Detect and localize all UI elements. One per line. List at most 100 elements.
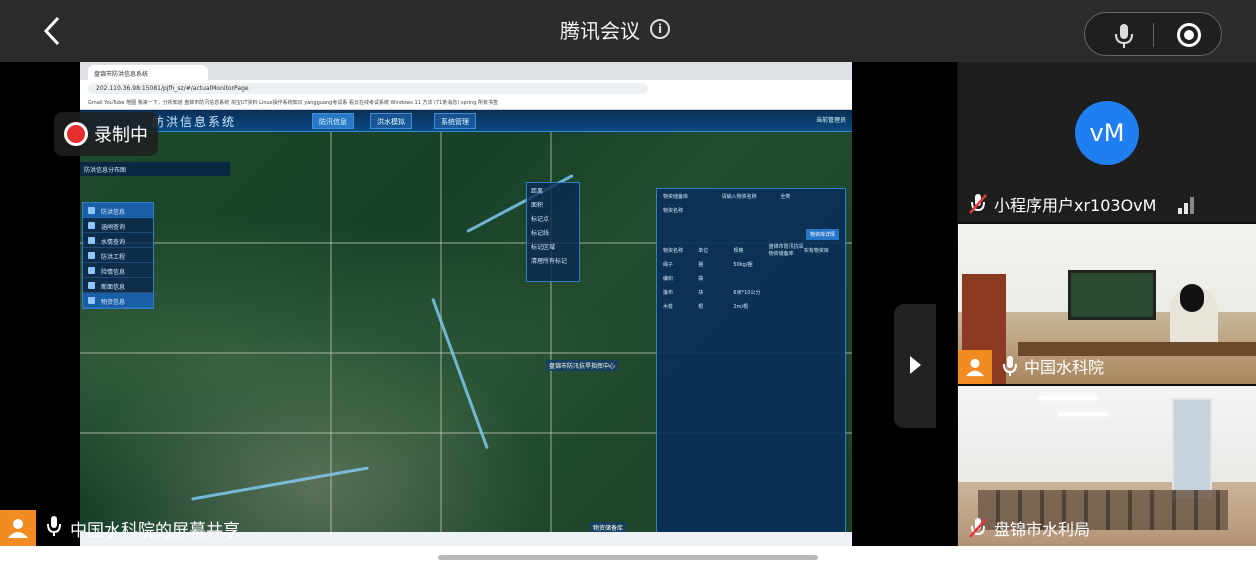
recording-badge: 录制中 xyxy=(54,112,158,156)
tool-area[interactable]: 面积 xyxy=(527,197,579,211)
share-text: 中国水科院的屏幕共享 xyxy=(70,520,240,541)
sidebar-item-danger[interactable]: 险情信息 xyxy=(83,263,153,278)
tool-point[interactable]: 标记点 xyxy=(527,211,579,225)
col-unit: 单位 xyxy=(698,247,709,254)
next-page-button[interactable] xyxy=(894,304,936,428)
person-head xyxy=(1180,284,1204,312)
map-road xyxy=(440,132,442,546)
user-menu[interactable]: 当前管理员 xyxy=(816,115,846,124)
river xyxy=(191,466,369,501)
sidebar-item-sluice[interactable]: 涵闸查询 xyxy=(83,218,153,233)
signal-icon xyxy=(1178,196,1196,214)
sidebar-item-project[interactable]: 防洪工程 xyxy=(83,248,153,263)
bottom-bar xyxy=(0,546,1256,570)
panel-label: 物资名称 xyxy=(663,207,684,214)
participant-label: 小程序用户xr103OvM xyxy=(968,192,1156,216)
table-row[interactable]: 木桩 根 2m/根 xyxy=(657,299,845,313)
cell: 捆 xyxy=(698,261,704,268)
avatar xyxy=(958,350,992,384)
participant-name: 中国水科院 xyxy=(1024,358,1105,377)
nav-flood-info[interactable]: 防汛信息 xyxy=(312,113,354,129)
share-label: 中国水科院的屏幕共享 xyxy=(0,510,500,546)
satellite-map[interactable]: 防洪信息分布图 防洪信息 涵闸查询 水情查询 防洪工程 险情信息 断面信息 物资… xyxy=(80,132,852,546)
mic-muted-icon xyxy=(969,194,987,214)
participant-name: 盘锦市水利局 xyxy=(994,520,1091,539)
address-bar: 202.110.36.98:15081/pjfh_sz/#/actualMoni… xyxy=(80,80,852,96)
participant-tile[interactable]: 盘锦市水利局 xyxy=(958,386,1256,546)
window xyxy=(1172,398,1212,498)
tv-screen xyxy=(1068,270,1156,320)
sidebar: 防洪信息 涵闸查询 水情查询 防洪工程 险情信息 断面信息 物资信息 xyxy=(82,202,154,309)
sidebar-item-materials[interactable]: 物资信息 xyxy=(83,293,153,308)
col-spec: 规格 xyxy=(733,247,744,254)
table-row[interactable]: 编织 袋 xyxy=(657,271,845,285)
tab-bar: 盘锦市防洪信息系统 xyxy=(80,62,852,80)
sidebar-item-water[interactable]: 水情查询 xyxy=(83,233,153,248)
cell: 篷布 xyxy=(663,289,674,296)
participant-tile[interactable]: vM 小程序用户xr103OvM xyxy=(958,62,1256,222)
participant-name: 小程序用户xr103OvM xyxy=(994,196,1157,215)
top-bar: 腾讯会议 i xyxy=(0,0,1256,62)
cell: 袋 xyxy=(698,275,704,282)
panel-name-row: 物资名称 xyxy=(657,203,845,217)
chevron-left-icon xyxy=(43,16,60,46)
cell: 块 xyxy=(698,289,704,296)
app-header: 防洪信息系统 防汛信息 洪水模拟 系统管理 当前管理员 xyxy=(80,110,852,132)
recording-label: 录制中 xyxy=(94,125,148,146)
col-reserve: 盘锦市防汛抗旱物资储备库 xyxy=(768,244,804,257)
user-icon xyxy=(965,358,985,377)
col-actual: 实有物资库 xyxy=(803,247,829,254)
tool-line[interactable]: 标记线 xyxy=(527,225,579,239)
avatar xyxy=(0,510,36,546)
tool-region[interactable]: 标记区域 xyxy=(527,239,579,253)
panel-label: 物资储备库 xyxy=(663,193,689,200)
record-button[interactable] xyxy=(1177,23,1201,47)
meeting-title: 腾讯会议 xyxy=(560,18,640,43)
mic-muted-icon xyxy=(969,518,987,538)
avatar: vM xyxy=(1075,101,1139,165)
panel-search[interactable]: 请输入物资名称 xyxy=(722,193,781,200)
participant-tile[interactable]: 中国水科院 xyxy=(958,224,1256,384)
participant-label: 中国水科院 xyxy=(1002,354,1104,378)
materials-detail-button[interactable]: 物资库详情 xyxy=(805,229,839,240)
map-marker[interactable]: 盘锦市防汛抗旱指挥中心 xyxy=(546,360,619,371)
record-icon xyxy=(64,122,88,146)
col-name: 物资名称 xyxy=(663,247,684,254)
sidebar-item-section[interactable]: 断面信息 xyxy=(83,278,153,293)
user-icon xyxy=(8,519,28,538)
map-road xyxy=(330,132,332,546)
participant-label: 盘锦市水利局 xyxy=(968,516,1090,540)
nav-system[interactable]: 系统管理 xyxy=(434,113,476,129)
divider xyxy=(1153,23,1154,47)
map-tools: 距离 面积 标记点 标记线 标记区域 清理所有标记 xyxy=(526,182,580,282)
meeting-window: 腾讯会议 i 盘锦市防洪信息系统 202.110.36.98:15081/pjf… xyxy=(0,0,1256,570)
cell: 编织 xyxy=(663,275,674,282)
cell: 木桩 xyxy=(663,303,674,310)
materials-panel: 物资储备库 请输入物资名称 全类 物资名称 物资库详情 物资名称 单位 规格 盘… xyxy=(656,188,846,546)
ceiling-light xyxy=(1038,396,1098,400)
cell: 6米*10公分 xyxy=(733,289,761,296)
meeting-title-area: 腾讯会议 i xyxy=(560,14,670,44)
home-indicator[interactable] xyxy=(438,555,818,560)
tool-clear[interactable]: 清理所有标记 xyxy=(527,253,579,267)
panel-search-row: 物资储备库 请输入物资名称 全类 xyxy=(657,189,845,203)
mic-button[interactable] xyxy=(1113,23,1135,53)
nav-flood-sim[interactable]: 洪水模拟 xyxy=(370,113,412,129)
bookmarks-bar: Gmail YouTube 地图 我来一下，分析知道 盘锦市防汛信息系统 淘宝U… xyxy=(80,96,852,110)
mic-icon xyxy=(1003,356,1017,376)
table-row[interactable]: 绳子 捆 50kg/捆 xyxy=(657,257,845,271)
mic-icon xyxy=(46,515,62,541)
info-icon[interactable]: i xyxy=(650,19,670,39)
top-controls xyxy=(1084,12,1222,56)
sidebar-item-flood-info[interactable]: 防洪信息 xyxy=(83,203,153,218)
table-row[interactable]: 篷布 块 6米*10公分 xyxy=(657,285,845,299)
browser-tab[interactable]: 盘锦市防洪信息系统 xyxy=(88,65,208,80)
panel-filter[interactable]: 全类 xyxy=(780,193,839,200)
tool-distance[interactable]: 距离 xyxy=(527,183,579,197)
back-button[interactable] xyxy=(36,14,70,48)
cell: 绳子 xyxy=(663,261,674,268)
flood-app: 防洪信息系统 防汛信息 洪水模拟 系统管理 当前管理员 防洪信息分布图 防洪信息… xyxy=(80,110,852,546)
cell: 2m/根 xyxy=(733,303,749,310)
url-field[interactable]: 202.110.36.98:15081/pjfh_sz/#/actualMoni… xyxy=(88,82,648,94)
browser-window: 盘锦市防洪信息系统 202.110.36.98:15081/pjfh_sz/#/… xyxy=(80,62,852,546)
